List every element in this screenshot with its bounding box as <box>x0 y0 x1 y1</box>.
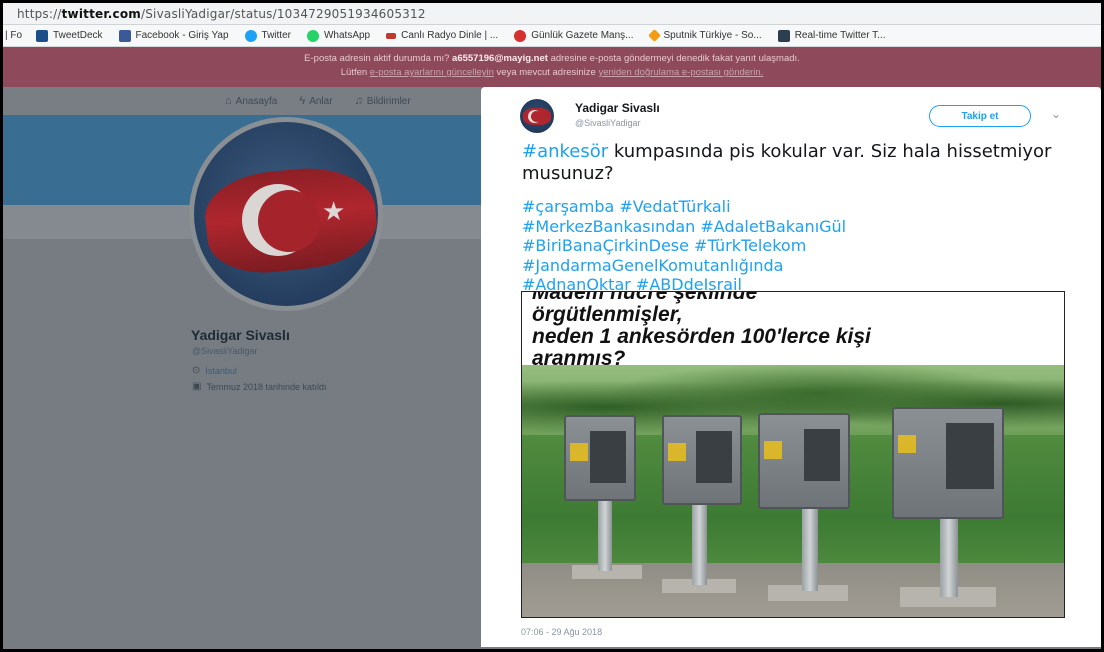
star-icon: ★ <box>322 196 346 226</box>
profile-name[interactable]: Yadigar Sivaslı <box>191 327 290 343</box>
twitter-icon <box>244 29 257 42</box>
bookmark-label: Facebook - Giriş Yap <box>135 30 229 41</box>
bookmark-label: Sputnik Türkiye - So... <box>663 30 762 41</box>
banner-line-1: E-posta adresin aktif durumda mı? a65571… <box>3 52 1101 66</box>
bookmark-label: Günlük Gazete Manş... <box>531 30 634 41</box>
booth-sign <box>764 441 782 459</box>
caption-line: neden 1 ankesörden 100'lerce kişi <box>532 325 871 348</box>
booth-sign <box>898 435 916 453</box>
bookmark-whatsapp[interactable]: WhatsApp <box>306 29 371 42</box>
banner-text: veya mevcut adresinize <box>496 67 596 78</box>
url-prefix: https:// <box>17 6 62 21</box>
bookmark-realtime[interactable]: Real-time Twitter T... <box>777 29 886 42</box>
nav-moments[interactable]: ϟ Anlar <box>299 95 332 107</box>
tweet-author-handle[interactable]: @SivasliYadigar <box>575 118 641 128</box>
newspaper-icon <box>514 29 527 42</box>
caption-line: örgütlenmişler, <box>532 303 683 326</box>
image-caption: Madem hücre şeklinde örgütlenmişler, ned… <box>522 292 1064 365</box>
email-warning-banner: E-posta adresin aktif durumda mı? a65571… <box>3 47 1101 87</box>
banner-email: a6557196@mayig.net <box>452 53 548 64</box>
bookmark-sputnik[interactable]: Sputnik Türkiye - So... <box>647 29 762 42</box>
nav-notifications[interactable]: ♫ Bildirimler <box>355 95 411 107</box>
caption-line: aranmış? <box>532 347 626 366</box>
screenshot-frame: https://twitter.com/SivasliYadigar/statu… <box>0 0 1104 652</box>
url-text[interactable]: https://twitter.com/SivasliYadigar/statu… <box>17 7 426 21</box>
bookmark-tweetdeck[interactable]: TweetDeck <box>36 29 103 42</box>
tweet-text: #ankesör kumpasında pis kokular var. Siz… <box>522 141 1082 185</box>
address-bar[interactable]: https://twitter.com/SivasliYadigar/statu… <box>3 3 1101 25</box>
bookmark-radio[interactable]: Canlı Radyo Dinle | ... <box>386 30 498 41</box>
bookmark-label: WhatsApp <box>323 30 371 41</box>
bookmark-twitter[interactable]: Twitter <box>244 29 291 42</box>
location-pin-icon: ⊙ <box>192 365 201 376</box>
tweet-author-name[interactable]: Yadigar Sivaslı <box>575 101 660 115</box>
bookmark-facebook[interactable]: Facebook - Giriş Yap <box>118 29 229 42</box>
calendar-icon: ▣ <box>192 381 202 392</box>
crescent-cut <box>531 111 542 122</box>
profile-handle[interactable]: @SivasliYadigar <box>192 346 258 356</box>
payphone-booth <box>662 415 742 505</box>
booth-post <box>802 501 818 591</box>
sputnik-icon <box>647 29 661 42</box>
realtime-icon <box>777 29 790 42</box>
bookmark-newspaper[interactable]: Günlük Gazete Manş... <box>514 29 634 42</box>
bookmark-label: Real-time Twitter T... <box>794 30 886 41</box>
tweet-image[interactable]: Madem hücre şeklinde örgütlenmişler, ned… <box>521 291 1065 618</box>
payphones-photo <box>522 365 1064 617</box>
nav-label: Bildirimler <box>366 95 411 107</box>
update-email-link[interactable]: e-posta ayarlarını güncelleyin <box>370 67 494 78</box>
banner-text: E-posta adresin aktif durumda mı? <box>304 53 450 64</box>
resend-verification-link[interactable]: yeniden doğrulama e-postası gönderin. <box>598 67 763 78</box>
bookmark-label: Twitter <box>261 30 291 41</box>
whatsapp-icon <box>306 29 319 42</box>
payphone-booth <box>892 407 1004 519</box>
banner-text: Lütfen <box>340 67 368 78</box>
payphone-booth <box>564 415 636 501</box>
phone-unit <box>590 431 626 483</box>
tweet-modal: Yadigar Sivaslı @SivasliYadigar Takip et… <box>481 87 1101 647</box>
bookmark-apps[interactable]: | Fo <box>5 30 22 41</box>
chevron-down-icon[interactable]: ⌄ <box>1051 107 1061 121</box>
phone-unit <box>946 423 994 489</box>
url-path: /SivasliYadigar/status/10347290519346053… <box>141 6 426 21</box>
bookmarks-bar: | Fo TweetDeck Facebook - Giriş Yap Twit… <box>3 25 1101 47</box>
tweet-author-avatar[interactable] <box>520 99 554 133</box>
profile-location[interactable]: ⊙ İstanbul <box>192 365 237 376</box>
payphone-booth <box>758 413 850 509</box>
tweet-timestamp[interactable]: 07:06 - 29 Ağu 2018 <box>521 627 602 637</box>
hashtag-line[interactable]: #çarşamba #VedatTürkali <box>522 197 1082 217</box>
hashtag-line[interactable]: #BiriBanaÇirkinDese #TürkTelekom <box>522 236 1082 256</box>
banner-text: adresine e-posta göndermeyi denedik faka… <box>550 53 800 64</box>
lightning-icon: ϟ <box>299 95 306 107</box>
hashtag-link[interactable]: #ankesör <box>522 141 608 162</box>
location-text: İstanbul <box>205 365 237 376</box>
bookmark-label: TweetDeck <box>53 30 103 41</box>
profile-avatar[interactable]: ★ <box>189 117 383 311</box>
profile-joined: ▣ Temmuz 2018 tarihinde katıldı <box>192 381 327 392</box>
booth-sign <box>570 443 588 461</box>
bookmark-label: Canlı Radyo Dinle | ... <box>401 30 499 41</box>
facebook-icon <box>118 29 131 42</box>
crescent-cut <box>258 190 320 252</box>
banner-line-2: Lütfen e-posta ayarlarını güncelleyin ve… <box>3 66 1101 80</box>
joined-text: Temmuz 2018 tarihinde katıldı <box>206 381 327 392</box>
nav-home[interactable]: ⌂ Anasayfa <box>225 95 277 107</box>
hashtag-line[interactable]: #MerkezBankasından #AdaletBakanıGül <box>522 217 1082 237</box>
booth-post <box>692 493 707 585</box>
url-domain: twitter.com <box>61 6 141 21</box>
phone-unit <box>696 431 732 483</box>
tweetdeck-icon <box>36 29 49 42</box>
tweet-hashtags: #çarşamba #VedatTürkali #MerkezBankasınd… <box>522 197 1082 295</box>
booth-post <box>940 515 958 597</box>
radio-icon <box>386 32 397 39</box>
bell-icon: ♫ <box>354 95 363 107</box>
nav-label: Anasayfa <box>235 95 278 107</box>
nav-label: Anlar <box>309 95 333 107</box>
phone-unit <box>804 429 840 481</box>
follow-button[interactable]: Takip et <box>929 105 1031 127</box>
hashtag-line[interactable]: #JandarmaGenelKomutanlığında <box>522 256 1082 276</box>
home-icon: ⌂ <box>225 95 232 107</box>
booth-sign <box>668 443 686 461</box>
